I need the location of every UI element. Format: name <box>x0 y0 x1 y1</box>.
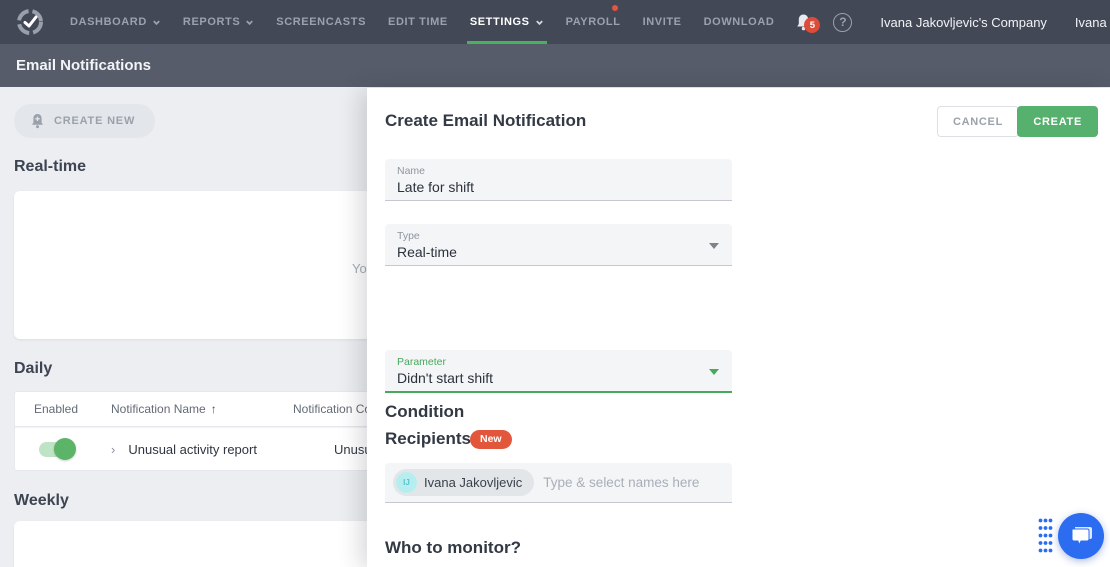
chevron-down-icon <box>153 20 160 26</box>
navbar-right-group: 5 ? Ivana Jakovljevic's Company Ivana Ja… <box>785 0 1110 44</box>
notifications-bell-button[interactable]: 5 <box>785 0 821 44</box>
name-field-label: Name <box>397 165 426 177</box>
payroll-alert-dot <box>611 5 618 11</box>
new-feature-badge: New <box>470 430 512 449</box>
parameter-select-value: Didn't start shift <box>397 370 494 386</box>
recipient-chip[interactable]: IJ Ivana Jakovljevic <box>393 469 535 496</box>
toggle-knob <box>54 437 76 460</box>
who-to-monitor-heading: Who to monitor? <box>385 538 521 557</box>
nav-invite[interactable]: INVITE <box>632 0 693 44</box>
cancel-button[interactable]: CANCEL <box>936 106 1019 137</box>
create-button[interactable]: CREATE <box>1017 106 1098 137</box>
user-menu[interactable]: Ivana Jakovljevic <box>1061 15 1110 30</box>
name-field[interactable]: Name Late for shift <box>385 159 732 201</box>
enabled-toggle[interactable] <box>39 437 76 460</box>
parameter-select-label: Parameter <box>397 356 447 368</box>
page-header-bar: Email Notifications <box>0 44 1110 87</box>
name-field-value: Late for shift <box>397 179 475 195</box>
chevron-down-icon <box>535 20 543 26</box>
app-window: DASHBOARD REPORTS SCREENCASTS EDIT TIME … <box>0 0 1110 567</box>
type-select-value: Real-time <box>397 244 457 260</box>
column-header-enabled[interactable]: Enabled <box>15 402 97 416</box>
hubstaff-logo-icon[interactable] <box>17 9 43 35</box>
nav-download[interactable]: DOWNLOAD <box>693 0 786 44</box>
nav-edit-time[interactable]: EDIT TIME <box>377 0 459 44</box>
question-mark-icon: ? <box>839 15 847 29</box>
nav-reports[interactable]: REPORTS <box>172 0 265 44</box>
recipients-text-input[interactable] <box>543 475 724 490</box>
company-menu[interactable]: Ivana Jakovljevic's Company <box>866 15 1061 30</box>
chevron-right-icon[interactable]: › <box>111 442 115 457</box>
section-heading-realtime: Real-time <box>14 158 87 175</box>
recipients-heading: Recipients <box>385 429 471 448</box>
type-select-label: Type <box>397 230 420 242</box>
drag-handle-dots[interactable] <box>1038 518 1053 554</box>
section-heading-daily: Daily <box>14 360 53 377</box>
column-header-name[interactable]: Notification Name ↑ <box>97 402 281 416</box>
page-title: Email Notifications <box>16 57 152 74</box>
condition-heading: Condition <box>385 402 465 421</box>
nav-dashboard[interactable]: DASHBOARD <box>59 0 172 44</box>
sort-ascending-icon: ↑ <box>210 402 217 416</box>
create-new-button[interactable]: CREATE NEW <box>14 104 156 138</box>
chat-bubbles-icon <box>1071 527 1092 547</box>
chip-avatar: IJ <box>396 472 417 493</box>
create-email-notification-panel: Create Email Notification CANCEL CREATE … <box>367 88 1110 567</box>
nav-screencasts[interactable]: SCREENCASTS <box>265 0 377 44</box>
chat-widget-button[interactable] <box>1058 513 1104 559</box>
chip-name: Ivana Jakovljevic <box>424 475 523 490</box>
notification-name-cell[interactable]: Unusual activity report <box>128 442 257 457</box>
bell-plus-icon <box>32 113 43 128</box>
help-button[interactable]: ? <box>833 12 853 32</box>
section-heading-weekly: Weekly <box>14 492 69 509</box>
realtime-empty-text: Yo <box>352 261 367 276</box>
caret-down-icon <box>709 369 719 375</box>
nav-payroll[interactable]: PAYROLL <box>555 0 632 44</box>
nav-settings[interactable]: SETTINGS <box>459 0 555 44</box>
top-navbar: DASHBOARD REPORTS SCREENCASTS EDIT TIME … <box>0 0 1110 44</box>
caret-down-icon <box>709 243 719 249</box>
notification-count-badge: 5 <box>804 17 821 33</box>
type-select[interactable]: Type Real-time <box>385 224 732 266</box>
parameter-select[interactable]: Parameter Didn't start shift <box>385 350 732 393</box>
recipients-input[interactable]: IJ Ivana Jakovljevic <box>385 463 732 503</box>
modal-title: Create Email Notification <box>385 111 587 130</box>
chevron-down-icon <box>246 20 254 26</box>
